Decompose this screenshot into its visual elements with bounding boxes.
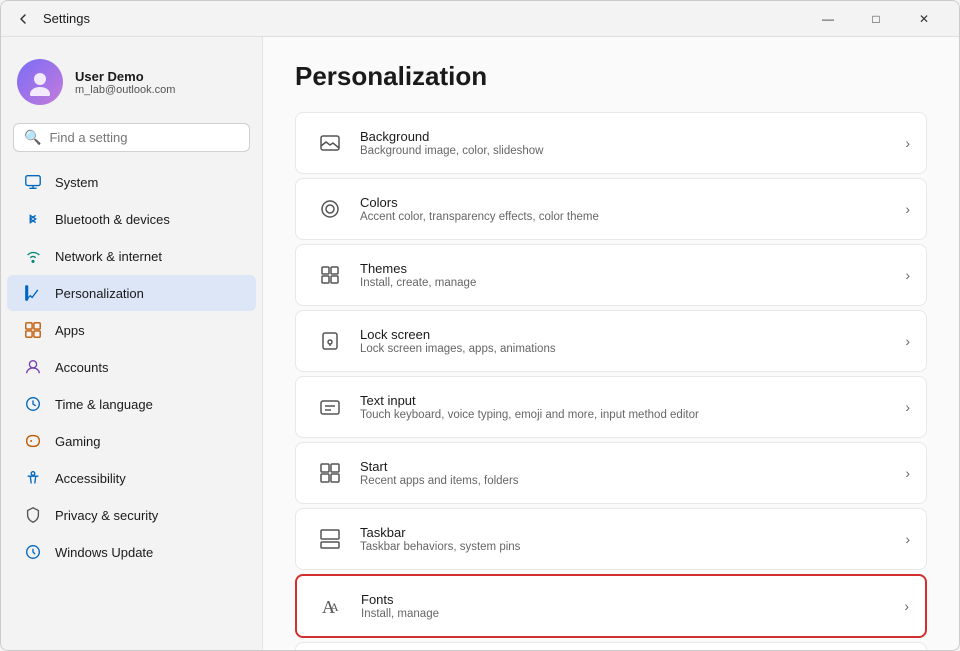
network-icon: [23, 246, 43, 266]
lockscreen-icon: [312, 323, 348, 359]
minimize-button[interactable]: —: [805, 3, 851, 35]
time-icon: [23, 394, 43, 414]
accounts-icon: [23, 357, 43, 377]
sidebar-item-label: System: [55, 175, 98, 190]
item-title-taskbar: Taskbar: [360, 525, 897, 540]
sidebar-item-label: Accounts: [55, 360, 108, 375]
gaming-icon: [23, 431, 43, 451]
user-email: m_lab@outlook.com: [75, 84, 175, 96]
sidebar-item-bluetooth[interactable]: Bluetooth & devices: [7, 201, 256, 237]
chevron-icon: ›: [905, 135, 910, 151]
user-info: User Demo m_lab@outlook.com: [75, 69, 175, 96]
sidebar-item-label: Time & language: [55, 397, 153, 412]
textinput-icon: [312, 389, 348, 425]
settings-list: Background Background image, color, slid…: [295, 112, 927, 650]
item-subtitle-taskbar: Taskbar behaviors, system pins: [360, 541, 897, 553]
taskbar-icon: [312, 521, 348, 557]
chevron-icon: ›: [905, 531, 910, 547]
item-title-fonts: Fonts: [361, 592, 896, 607]
sidebar-item-network[interactable]: Network & internet: [7, 238, 256, 274]
maximize-button[interactable]: □: [853, 3, 899, 35]
window-title: Settings: [43, 11, 90, 26]
settings-item-fonts[interactable]: AA Fonts Install, manage ›: [295, 574, 927, 638]
chevron-icon: ›: [905, 333, 910, 349]
chevron-icon: ›: [905, 267, 910, 283]
item-title-lockscreen: Lock screen: [360, 327, 897, 342]
close-button[interactable]: ✕: [901, 3, 947, 35]
item-subtitle-textinput: Touch keyboard, voice typing, emoji and …: [360, 409, 897, 421]
chevron-icon: ›: [905, 201, 910, 217]
item-title-colors: Colors: [360, 195, 897, 210]
sidebar-item-label: Apps: [55, 323, 85, 338]
sidebar-item-time[interactable]: Time & language: [7, 386, 256, 422]
update-icon: [23, 542, 43, 562]
nav-list: System Bluetooth & devices Network & int…: [1, 164, 262, 570]
sidebar: User Demo m_lab@outlook.com 🔍 System Blu…: [1, 37, 263, 650]
titlebar-left: Settings: [13, 9, 90, 29]
item-subtitle-themes: Install, create, manage: [360, 277, 897, 289]
sidebar-item-system[interactable]: System: [7, 164, 256, 200]
chevron-icon: ›: [904, 598, 909, 614]
settings-item-lockscreen[interactable]: Lock screen Lock screen images, apps, an…: [295, 310, 927, 372]
sidebar-item-privacy[interactable]: Privacy & security: [7, 497, 256, 533]
sidebar-item-label: Bluetooth & devices: [55, 212, 170, 227]
sidebar-item-label: Privacy & security: [55, 508, 158, 523]
start-icon: [312, 455, 348, 491]
settings-item-background[interactable]: Background Background image, color, slid…: [295, 112, 927, 174]
page-title: Personalization: [295, 61, 927, 92]
back-button[interactable]: [13, 9, 33, 29]
user-profile[interactable]: User Demo m_lab@outlook.com: [1, 49, 262, 123]
accessibility-icon: [23, 468, 43, 488]
search-box[interactable]: 🔍: [13, 123, 250, 152]
settings-item-deviceusage[interactable]: Device usage Select all the ways you pla…: [295, 642, 927, 650]
item-subtitle-fonts: Install, manage: [361, 608, 896, 620]
item-subtitle-lockscreen: Lock screen images, apps, animations: [360, 343, 897, 355]
fonts-icon: AA: [313, 588, 349, 624]
chevron-icon: ›: [905, 399, 910, 415]
settings-item-start[interactable]: Start Recent apps and items, folders ›: [295, 442, 927, 504]
sidebar-item-personalization[interactable]: Personalization: [7, 275, 256, 311]
sidebar-item-update[interactable]: Windows Update: [7, 534, 256, 570]
chevron-icon: ›: [905, 465, 910, 481]
settings-item-textinput[interactable]: Text input Touch keyboard, voice typing,…: [295, 376, 927, 438]
sidebar-item-label: Gaming: [55, 434, 101, 449]
sidebar-item-accounts[interactable]: Accounts: [7, 349, 256, 385]
sidebar-item-apps[interactable]: Apps: [7, 312, 256, 348]
search-input[interactable]: [49, 130, 239, 145]
main-area: User Demo m_lab@outlook.com 🔍 System Blu…: [1, 37, 959, 650]
content-area: Personalization Background Background im…: [263, 37, 959, 650]
item-subtitle-colors: Accent color, transparency effects, colo…: [360, 211, 897, 223]
settings-item-themes[interactable]: Themes Install, create, manage ›: [295, 244, 927, 306]
svg-text:A: A: [330, 600, 339, 614]
privacy-icon: [23, 505, 43, 525]
themes-icon: [312, 257, 348, 293]
apps-icon: [23, 320, 43, 340]
user-name: User Demo: [75, 69, 175, 84]
settings-item-colors[interactable]: Colors Accent color, transparency effect…: [295, 178, 927, 240]
settings-window: Settings — □ ✕ User Demo m_lab@outlook.c…: [0, 0, 960, 651]
bluetooth-icon: [23, 209, 43, 229]
item-title-themes: Themes: [360, 261, 897, 276]
sidebar-item-label: Personalization: [55, 286, 144, 301]
search-icon: 🔍: [24, 129, 41, 146]
colors-icon: [312, 191, 348, 227]
settings-item-taskbar[interactable]: Taskbar Taskbar behaviors, system pins ›: [295, 508, 927, 570]
window-controls: — □ ✕: [805, 3, 947, 35]
sidebar-item-label: Windows Update: [55, 545, 153, 560]
sidebar-item-gaming[interactable]: Gaming: [7, 423, 256, 459]
titlebar: Settings — □ ✕: [1, 1, 959, 37]
item-title-background: Background: [360, 129, 897, 144]
personalization-icon: [23, 283, 43, 303]
sidebar-item-accessibility[interactable]: Accessibility: [7, 460, 256, 496]
item-title-start: Start: [360, 459, 897, 474]
sidebar-item-label: Accessibility: [55, 471, 126, 486]
item-title-textinput: Text input: [360, 393, 897, 408]
item-subtitle-background: Background image, color, slideshow: [360, 145, 897, 157]
background-icon: [312, 125, 348, 161]
item-subtitle-start: Recent apps and items, folders: [360, 475, 897, 487]
system-icon: [23, 172, 43, 192]
avatar: [17, 59, 63, 105]
sidebar-item-label: Network & internet: [55, 249, 162, 264]
